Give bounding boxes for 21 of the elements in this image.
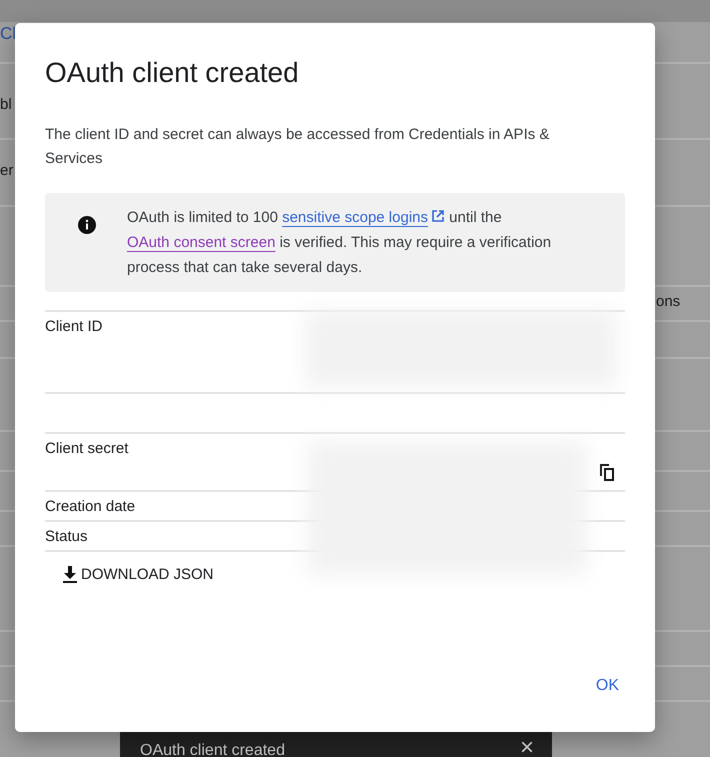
field-label: Client secret <box>45 439 128 459</box>
background-text: bl <box>0 96 12 113</box>
download-json-button[interactable]: DOWNLOAD JSON <box>61 564 214 584</box>
field-label: Status <box>45 527 88 547</box>
download-icon <box>61 564 79 584</box>
field-label: Creation date <box>45 497 136 517</box>
info-link[interactable]: sensitive scope logins <box>282 209 445 226</box>
dialog-title: OAuth client created <box>45 56 300 90</box>
info-message: OAuth is limited to 100 sensitive scope logins until the OAuth consent screen is verified. This may require a verification process that can take several days. <box>127 208 552 278</box>
info-icon <box>77 215 97 235</box>
external-link-icon <box>431 209 445 223</box>
info-link[interactable]: OAuth consent screen <box>127 234 276 251</box>
copy-icon[interactable] <box>597 462 617 482</box>
close-button[interactable]: × <box>520 740 534 756</box>
background-text: er <box>0 162 14 179</box>
dialog-description: The client ID and secret can always be accessed from Credentials in APIs & Services <box>45 125 550 169</box>
background-text: Cl <box>0 24 16 44</box>
column-header: ons <box>656 293 680 310</box>
field-label: Client ID <box>45 317 103 337</box>
ok-button[interactable]: OK <box>594 673 621 699</box>
snackbar-message: OAuth client created <box>140 741 285 757</box>
